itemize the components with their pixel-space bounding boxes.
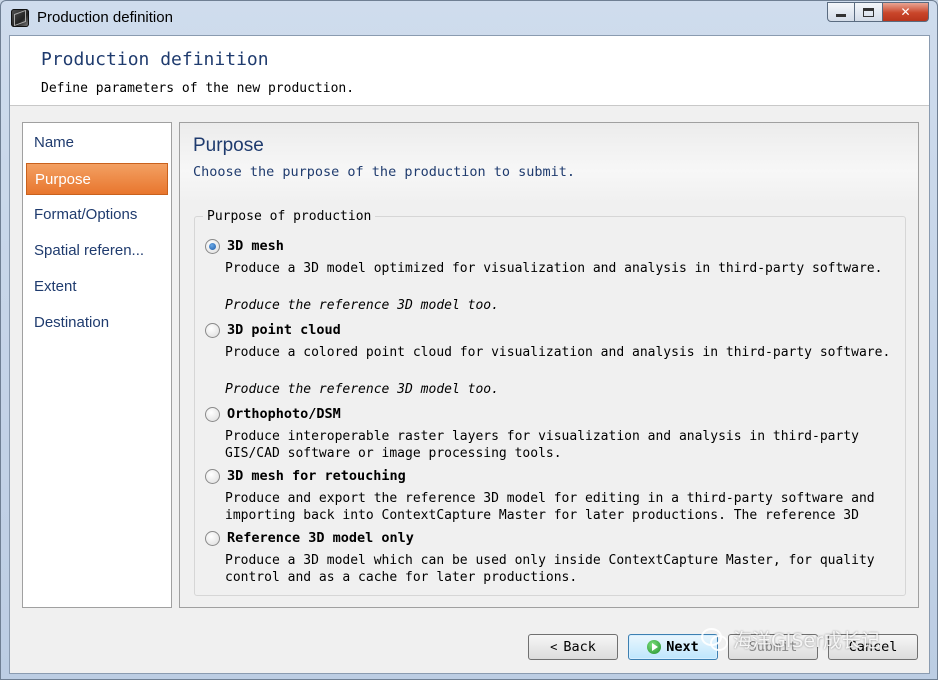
radio-3d-mesh[interactable] [205,239,220,254]
wizard-subtitle: Define parameters of the new production. [41,81,355,96]
radio-3d-point-cloud[interactable] [205,323,220,338]
app-cube-icon [11,9,29,27]
next-arrow-icon [647,640,662,654]
nav-item-extent[interactable]: Extent [23,271,171,303]
wizard-title: Production definition [41,49,269,70]
caption-buttons: ✕ [827,2,929,22]
option-label[interactable]: 3D point cloud [227,322,341,338]
maximize-icon [863,7,874,17]
close-icon: ✕ [900,5,911,19]
option-note: Produce the reference 3D model too. [225,382,499,397]
title-bar[interactable]: Production definition ✕ [1,1,937,35]
option-label[interactable]: Reference 3D model only [227,530,414,546]
dialog-client: Production definition Define parameters … [9,35,930,674]
option-note: Produce the reference 3D model too. [225,298,499,313]
nav-item-name[interactable]: Name [23,127,171,159]
watermark-text: 海洋GISer成长记 [733,629,880,652]
nav-item-spatial-reference[interactable]: Spatial referen... [23,235,171,267]
window-title: Production definition [37,9,173,26]
watermark: 海洋GISer成长记 [701,619,880,659]
wizard-header: Production definition Define parameters … [10,36,929,106]
maximize-button[interactable] [855,2,883,22]
wizard-steps-nav: Name Purpose Format/Options Spatial refe… [22,122,172,608]
purpose-page: Purpose Choose the purpose of the produc… [179,122,919,608]
back-label: Back [563,639,596,655]
purpose-groupbox: Purpose of production 3D mesh Produce a … [194,209,906,596]
option-description: Produce a 3D model which can be used onl… [225,553,875,585]
minimize-icon [836,13,846,17]
next-label: Next [666,639,699,655]
option-description: Produce interoperable raster layers for … [225,429,859,461]
groupbox-label: Purpose of production [203,209,376,224]
page-header: Purpose Choose the purpose of the produc… [180,123,918,203]
close-button[interactable]: ✕ [883,2,929,22]
option-label[interactable]: Orthophoto/DSM [227,406,341,422]
nav-item-purpose[interactable]: Purpose [26,163,168,195]
minimize-button[interactable] [827,2,855,22]
option-label[interactable]: 3D mesh for retouching [227,468,406,484]
option-description: Produce and export the reference 3D mode… [225,491,875,523]
option-description: Produce a 3D model optimized for visuali… [225,261,883,276]
production-definition-window: Production definition ✕ Production defin… [0,0,938,680]
back-button[interactable]: < Back [528,634,618,660]
page-subtitle: Choose the purpose of the production to … [193,164,576,180]
radio-3d-mesh-retouching[interactable] [205,469,220,484]
chevron-left-icon: < [550,640,558,654]
option-label[interactable]: 3D mesh [227,238,284,254]
page-title: Purpose [193,135,264,156]
option-description: Produce a colored point cloud for visual… [225,345,891,360]
nav-item-destination[interactable]: Destination [23,307,171,339]
wechat-icon [701,628,728,651]
nav-item-format-options[interactable]: Format/Options [23,199,171,231]
radio-reference-3d-model[interactable] [205,531,220,546]
radio-orthophoto-dsm[interactable] [205,407,220,422]
